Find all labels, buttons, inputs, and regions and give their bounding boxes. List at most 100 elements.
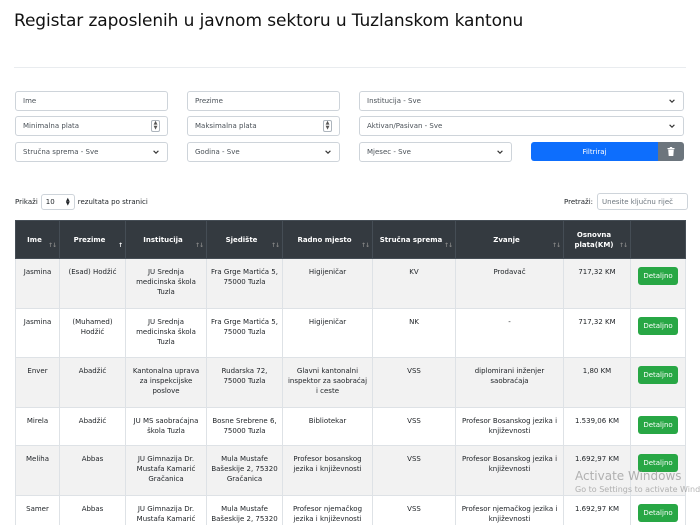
ime-input[interactable]: Ime: [15, 91, 168, 111]
cell-plata: 1.692,97 KM: [563, 495, 631, 525]
institucija-value: Institucija - Sve: [367, 97, 421, 105]
status-select[interactable]: Aktivan/Pasivan - Sve: [359, 116, 684, 136]
chevron-down-icon: [325, 150, 331, 154]
detail-button[interactable]: Detaljno: [638, 454, 678, 472]
filter-button[interactable]: Filtriraj: [531, 142, 658, 161]
column-header[interactable]: Sjedište ↑↓: [206, 220, 283, 259]
column-header[interactable]: Prezime ↑: [59, 220, 126, 259]
cell-strucna-sprema: VSS: [372, 357, 456, 408]
cell-zvanje: -: [455, 308, 564, 358]
table-header-row: Ime ↑↓ Prezime ↑ Institucija ↑↓ Sjedište ↑↓ …: [15, 220, 686, 259]
cell-actions: Detaljno: [630, 357, 686, 408]
clear-filters-button[interactable]: [658, 142, 684, 161]
cell-prezime: Abadžić: [59, 357, 126, 408]
cell-institucija: JU MS saobraćajna škola Tuzla: [125, 407, 207, 446]
table-row: Mirela Abadžić JU MS saobraćajna škola T…: [15, 407, 686, 446]
sort-icon: ↑↓: [360, 242, 370, 249]
divider: [14, 67, 686, 68]
page-length-value: 10: [45, 198, 55, 206]
number-spinner-icon[interactable]: ▲ ▼: [151, 120, 160, 132]
cell-ime: Enver: [15, 357, 60, 408]
search-label: Pretraži:: [564, 197, 594, 206]
cell-strucna-sprema: VSS: [372, 495, 456, 525]
cell-plata: 717,32 KM: [563, 258, 631, 309]
detail-button[interactable]: Detaljno: [638, 416, 678, 434]
cell-radno-mjesto: Higijeničar: [282, 308, 373, 358]
cell-zvanje: Profesor njemačkog jezika i književnosti: [455, 495, 564, 525]
chevron-down-icon: [153, 150, 159, 154]
max-plata-placeholder: Maksimalna plata: [195, 122, 257, 130]
strucna-sprema-select[interactable]: Stručna sprema - Sve: [15, 142, 168, 162]
page-title: Registar zaposlenih u javnom sektoru u T…: [14, 11, 524, 31]
cell-plata: 1,80 KM: [563, 357, 631, 408]
cell-ime: Mirela: [15, 407, 60, 446]
mjesec-value: Mjesec - Sve: [367, 148, 411, 156]
cell-actions: Detaljno: [630, 407, 686, 446]
detail-button[interactable]: Detaljno: [638, 366, 678, 384]
sort-icon: ↑↓: [443, 242, 453, 249]
column-header[interactable]: Osnovna plata(KM) ↑↓: [563, 220, 631, 259]
page-length-select[interactable]: 10 ▲ ▼: [40, 194, 75, 210]
sort-icon: ↑↓: [618, 242, 628, 249]
detail-button[interactable]: Detaljno: [638, 267, 678, 285]
search-input[interactable]: Unesite ključnu riječ: [597, 193, 689, 210]
mjesec-select[interactable]: Mjesec - Sve: [359, 142, 512, 162]
column-header[interactable]: Radno mjesto ↑↓: [282, 220, 373, 259]
institucija-select[interactable]: Institucija - Sve: [359, 91, 684, 111]
cell-radno-mjesto: Higijeničar: [282, 258, 373, 309]
cell-sjediste: Bosne Srebrene 6, 75000 Tuzla: [206, 407, 283, 446]
column-header[interactable]: Ime ↑↓: [15, 220, 60, 259]
cell-strucna-sprema: VSS: [372, 445, 456, 496]
column-header[interactable]: Stručna sprema ↑↓: [372, 220, 456, 259]
strucna-sprema-value: Stručna sprema - Sve: [23, 148, 99, 156]
sort-icon: ↑↓: [47, 242, 57, 249]
show-label: Prikaži: [15, 198, 38, 206]
cell-strucna-sprema: VSS: [372, 407, 456, 446]
cell-plata: 1.692,97 KM: [563, 445, 631, 496]
max-plata-input[interactable]: Maksimalna plata ▲ ▼: [187, 116, 340, 136]
cell-sjediste: Mula Mustafe Bašeskije 2, 75320 Gračanic…: [206, 445, 283, 496]
table-search: Pretraži: Unesite ključnu riječ: [564, 193, 689, 210]
page-length-control: Prikaži 10 ▲ ▼ rezultata po stranici: [15, 194, 148, 210]
cell-sjediste: Mula Mustafe Bašeskije 2, 75320: [206, 495, 283, 525]
min-plata-input[interactable]: Minimalna plata ▲ ▼: [15, 116, 168, 136]
cell-sjediste: Fra Grge Martića 5, 75000 Tuzla: [206, 258, 283, 309]
employees-table: Ime ↑↓ Prezime ↑ Institucija ↑↓ Sjedište ↑↓ …: [15, 220, 686, 525]
cell-plata: 717,32 KM: [563, 308, 631, 358]
min-plata-placeholder: Minimalna plata: [23, 122, 80, 130]
column-header: [630, 220, 686, 259]
sort-asc-icon: ↑: [117, 242, 123, 249]
sort-updown-icon: ▲ ▼: [65, 197, 70, 207]
cell-ime: Meliha: [15, 445, 60, 496]
detail-button[interactable]: Detaljno: [638, 317, 678, 335]
cell-strucna-sprema: NK: [372, 308, 456, 358]
cell-radno-mjesto: Profesor bosanskog jezika i književnosti: [282, 445, 373, 496]
column-header[interactable]: Institucija ↑↓: [125, 220, 207, 259]
cell-prezime: Abbas: [59, 495, 126, 525]
godina-value: Godina - Sve: [195, 148, 240, 156]
cell-plata: 1.539,06 KM: [563, 407, 631, 446]
cell-actions: Detaljno: [630, 495, 686, 525]
detail-button[interactable]: Detaljno: [638, 504, 678, 522]
chevron-down-icon: [669, 124, 675, 128]
cell-institucija: JU Srednja medicinska škola Tuzla: [125, 258, 207, 309]
number-spinner-icon[interactable]: ▲ ▼: [323, 120, 332, 132]
status-value: Aktivan/Pasivan - Sve: [367, 122, 443, 130]
table-row: Samer Abbas JU Gimnazija Dr. Mustafa Kam…: [15, 495, 686, 525]
cell-institucija: JU Gimnazija Dr. Mustafa Kamarić Gračani…: [125, 495, 207, 525]
cell-sjediste: Rudarska 72, 75000 Tuzla: [206, 357, 283, 408]
cell-sjediste: Fra Grge Martića 5, 75000 Tuzla: [206, 308, 283, 358]
prezime-placeholder: Prezime: [195, 97, 223, 105]
table-row: Enver Abadžić Kantonalna uprava za inspe…: [15, 357, 686, 408]
cell-prezime: (Esad) Hodžić: [59, 258, 126, 309]
godina-select[interactable]: Godina - Sve: [187, 142, 340, 162]
column-header[interactable]: Zvanje ↑↓: [455, 220, 564, 259]
cell-prezime: (Muhamed) Hodžić: [59, 308, 126, 358]
table-row: Jasmina (Muhamed) Hodžić JU Srednja medi…: [15, 308, 686, 358]
chevron-down-icon: [669, 99, 675, 103]
cell-ime: Jasmina: [15, 308, 60, 358]
cell-strucna-sprema: KV: [372, 258, 456, 309]
prezime-input[interactable]: Prezime: [187, 91, 340, 111]
sort-icon: ↑↓: [270, 242, 280, 249]
cell-prezime: Abadžić: [59, 407, 126, 446]
